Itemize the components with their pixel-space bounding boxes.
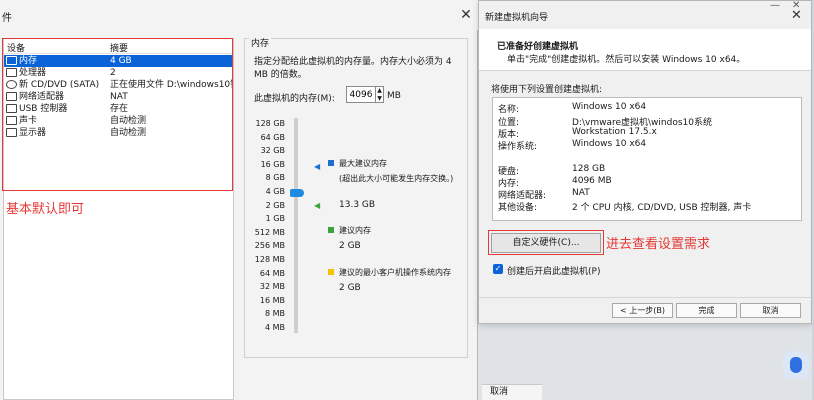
memory-spinner[interactable]: ▲ ▼ — [376, 86, 384, 103]
power-on-label[interactable]: 创建后开启此虚拟机(P) — [507, 264, 600, 277]
wizard-title: 新建虚拟机向导 — [485, 13, 549, 23]
memory-scale-label: 16 MB — [259, 295, 285, 305]
finish-button[interactable]: 完成 — [676, 303, 737, 318]
annotation-check-requirements: 进去查看设置需求 — [606, 237, 711, 252]
memory-scale-label: 512 MB — [254, 227, 285, 237]
memory-scale-label: 16 GB — [260, 159, 285, 169]
hardware-dialog: 件 ✕ 设备 摘要 内存 4 GB 处理器 2 新 CD/DVD (SATA) … — [0, 0, 478, 400]
wizard-header-title: 已准备好创建虚拟机 — [497, 42, 579, 52]
hardware-cancel-button[interactable]: 取消 — [482, 384, 542, 400]
hardware-dialog-titlebar: 件 ✕ — [0, 0, 478, 30]
summary-value: 128 GB — [572, 164, 606, 174]
memory-scale-label: 256 MB — [254, 241, 285, 251]
wizard-header: 已准备好创建虚拟机 单击"完成"创建虚拟机。然后可以安装 Windows 10 … — [479, 29, 811, 71]
max-recommended-label: 最大建议内存 — [339, 159, 387, 168]
max-recommended-marker-icon: ◀ — [314, 162, 321, 171]
memory-unit: MB — [387, 91, 401, 101]
memory-scale-label: 1 GB — [265, 214, 285, 224]
annotation-highlight-devices — [2, 38, 233, 191]
wizard-header-subtitle: 单击"完成"创建虚拟机。然后可以安装 Windows 10 x64。 — [507, 55, 746, 65]
settings-intro: 将使用下列设置创建虚拟机: — [491, 85, 603, 95]
summary-value: Windows 10 x64 — [572, 139, 647, 149]
wizard-footer: < 上一步(B) 完成 取消 — [479, 297, 811, 324]
memory-scale-label: 4 MB — [264, 323, 285, 332]
memory-group-label: 内存 — [249, 36, 272, 49]
summary-key: 名称: — [498, 105, 520, 115]
memory-scale-label: 32 GB — [260, 146, 285, 156]
memory-slider-thumb[interactable] — [290, 189, 304, 197]
memory-slider-track[interactable] — [294, 118, 298, 333]
summary-value: Workstation 17.5.x — [572, 127, 657, 137]
max-recommended-value: 13.3 GB — [339, 200, 376, 210]
recommended-marker-icon: ◀ — [314, 201, 321, 210]
memory-scale-label: 128 MB — [254, 255, 285, 264]
recommended-label: 建议内存 — [339, 226, 371, 235]
summary-value: 2 个 CPU 内核, CD/DVD, USB 控制器, 声卡 — [572, 203, 752, 213]
annotation-highlight-customize — [488, 230, 604, 255]
memory-scale-label: 4 GB — [265, 187, 285, 196]
new-vm-wizard: 新建虚拟机向导 ✕ 已准备好创建虚拟机 单击"完成"创建虚拟机。然后可以安装 W… — [478, 0, 812, 324]
settings-summary: 名称: Windows 10 x64 位置: D:\vmware虚拟机\wind… — [492, 97, 802, 221]
shield-icon[interactable] — [783, 351, 809, 379]
memory-scale-label: 8 MB — [264, 309, 285, 319]
memory-scale-label: 128 GB — [255, 119, 286, 128]
summary-key: 其他设备: — [498, 203, 538, 213]
min-guest-label: 建议的最小客户机操作系统内存 — [339, 268, 451, 277]
max-recommended-swatch — [328, 160, 334, 166]
memory-settings-group: 内存 指定分配给此虚拟机的内存量。内存大小必须为 4 MB 的倍数。 此虚拟机的… — [244, 36, 468, 358]
memory-scale-label: 8 GB — [265, 173, 285, 183]
min-guest-swatch — [328, 269, 334, 275]
memory-scale-label: 2 GB — [265, 200, 285, 210]
memory-input-label: 此虚拟机的内存(M): — [254, 94, 335, 104]
memory-size-input[interactable] — [346, 86, 376, 103]
memory-scale-label: 64 MB — [259, 268, 285, 278]
summary-value: 4096 MB — [572, 176, 612, 186]
cancel-button[interactable]: 取消 — [740, 303, 801, 318]
min-guest-value: 2 GB — [339, 283, 361, 293]
annotation-default-ok: 基本默认即可 — [6, 202, 85, 217]
close-icon[interactable]: ✕ — [792, 0, 800, 11]
close-icon[interactable]: ✕ — [456, 6, 476, 24]
summary-value: Windows 10 x64 — [572, 102, 647, 112]
max-recommended-note: (超出此大小可能发生内存交换。) — [339, 174, 454, 183]
recommended-value: 2 GB — [339, 241, 361, 251]
memory-scale-label: 64 GB — [260, 132, 285, 142]
minimize-icon[interactable]: — — [770, 0, 780, 11]
summary-key: 操作系统: — [498, 142, 538, 152]
wizard-titlebar: 新建虚拟机向导 ✕ — [479, 1, 811, 29]
memory-scale-label: 32 MB — [259, 282, 285, 292]
summary-value: NAT — [572, 188, 590, 198]
power-on-checkbox[interactable]: ✓ — [493, 264, 503, 274]
recommended-swatch — [328, 227, 334, 233]
back-button[interactable]: < 上一步(B) — [612, 303, 673, 318]
hardware-dialog-title: 件 — [2, 13, 12, 24]
memory-description: 指定分配给此虚拟机的内存量。内存大小必须为 4 MB 的倍数。 — [254, 57, 452, 80]
